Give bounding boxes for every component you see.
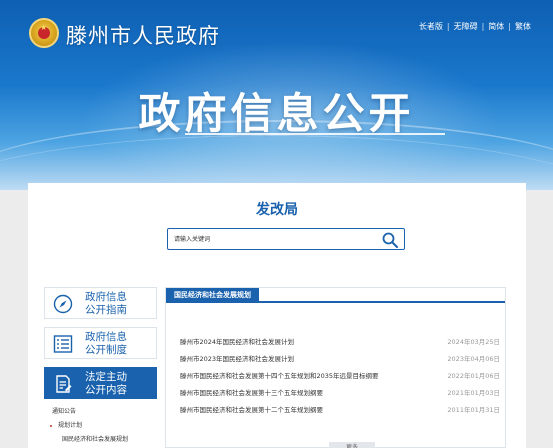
sidebar-item-label-line1: 法定主动 <box>85 371 127 383</box>
sidebar-item-disclosure-guide[interactable]: 政府信息 公开指南 <box>44 287 157 319</box>
simplified-chinese-link[interactable]: 简体 <box>488 21 504 32</box>
sidebar-item-label-line2: 公开内容 <box>85 384 127 396</box>
content-list-panel: 国民经济和社会发展规划 滕州市2024年国民经济和社会发展计划 2024年03月… <box>165 287 506 448</box>
list-item[interactable]: 滕州市国民经济和社会发展第十二个五年规划纲要 2011年01月31日 <box>180 401 500 418</box>
sidebar-item-label-line2: 公开制度 <box>85 344 127 356</box>
accessibility-link[interactable]: 无障碍 <box>454 21 478 32</box>
banner-title-underline <box>185 133 445 135</box>
list-item[interactable]: 滕州市国民经济和社会发展第十三个五年规划纲要 2021年01月03日 <box>180 384 500 401</box>
sub-item-plans[interactable]: 规划计划 <box>49 419 128 433</box>
sidebar-item-label: 法定主动 公开内容 <box>85 371 155 397</box>
article-date: 2024年03月25日 <box>447 338 500 346</box>
content-tab-bar: 国民经济和社会发展规划 <box>166 288 505 303</box>
document-edit-icon <box>56 375 72 393</box>
sidebar-item-label-line1: 政府信息 <box>85 291 127 303</box>
site-title[interactable]: 滕州市人民政府 <box>66 20 220 50</box>
sidebar-item-label-line1: 政府信息 <box>85 331 127 343</box>
divider: | <box>508 22 511 31</box>
national-emblem-icon[interactable]: ★ <box>29 18 59 48</box>
sidebar-item-disclosure-system[interactable]: 政府信息 公开制度 <box>44 327 157 359</box>
main-panel: 发改局 政府信息 公开指南 政府信息 公开制度 <box>28 183 526 448</box>
search-box <box>167 228 405 250</box>
article-date: 2022年01月06日 <box>447 372 500 380</box>
article-list: 滕州市2024年国民经济和社会发展计划 2024年03月25日 滕州市2023年… <box>180 333 500 418</box>
article-title[interactable]: 滕州市2024年国民经济和社会发展计划 <box>180 336 294 346</box>
sidebar-item-statutory-content[interactable]: 法定主动 公开内容 <box>44 367 157 399</box>
banner-title: 政府信息公开 <box>138 89 415 138</box>
department-title: 发改局 <box>256 202 298 218</box>
divider: | <box>481 22 485 31</box>
elder-mode-link[interactable]: 长者版 <box>419 21 443 32</box>
article-date: 2023年04月06日 <box>447 355 500 363</box>
top-links: 长者版 | 无障碍 | 简体 | 繁体 <box>419 21 531 32</box>
sidebar-sub-list: 通知公告 规划计划 国民经济和社会发展规划 <box>49 405 128 447</box>
search-icon[interactable] <box>381 231 399 249</box>
search-input[interactable] <box>174 232 374 246</box>
sub-item-economic-plan[interactable]: 国民经济和社会发展规划 <box>52 433 128 447</box>
sidebar-item-label-line2: 公开指南 <box>85 304 127 316</box>
article-title[interactable]: 滕州市国民经济和社会发展第十三个五年规划纲要 <box>180 387 323 397</box>
list-item[interactable]: 滕州市2024年国民经济和社会发展计划 2024年03月25日 <box>180 333 500 350</box>
article-date: 2011年01月31日 <box>447 406 500 414</box>
divider: | <box>446 22 450 31</box>
article-title[interactable]: 滕州市2023年国民经济和社会发展计划 <box>180 353 294 363</box>
more-button[interactable]: 更多 <box>329 442 375 448</box>
list-icon <box>53 335 73 353</box>
compass-icon <box>53 294 73 314</box>
list-item[interactable]: 滕州市2023年国民经济和社会发展计划 2023年04月06日 <box>180 350 500 367</box>
header-banner: ★ 滕州市人民政府 长者版 | 无障碍 | 简体 | 繁体 政府信息公开 <box>0 0 553 190</box>
article-title[interactable]: 滕州市国民经济和社会发展第十四个五年规划和2035年远景目标纲要 <box>180 370 379 380</box>
sub-item-notices[interactable]: 通知公告 <box>52 405 128 419</box>
star-icon: ★ <box>40 23 48 32</box>
list-item[interactable]: 滕州市国民经济和社会发展第十四个五年规划和2035年远景目标纲要 2022年01… <box>180 367 500 384</box>
sidebar-item-label: 政府信息 公开指南 <box>85 291 155 317</box>
article-date: 2021年01月03日 <box>447 389 500 397</box>
tab-economic-plan[interactable]: 国民经济和社会发展规划 <box>166 288 259 303</box>
article-title[interactable]: 滕州市国民经济和社会发展第十二个五年规划纲要 <box>180 404 323 414</box>
traditional-chinese-link[interactable]: 繁体 <box>515 21 531 32</box>
sidebar-item-label: 政府信息 公开制度 <box>85 331 155 357</box>
